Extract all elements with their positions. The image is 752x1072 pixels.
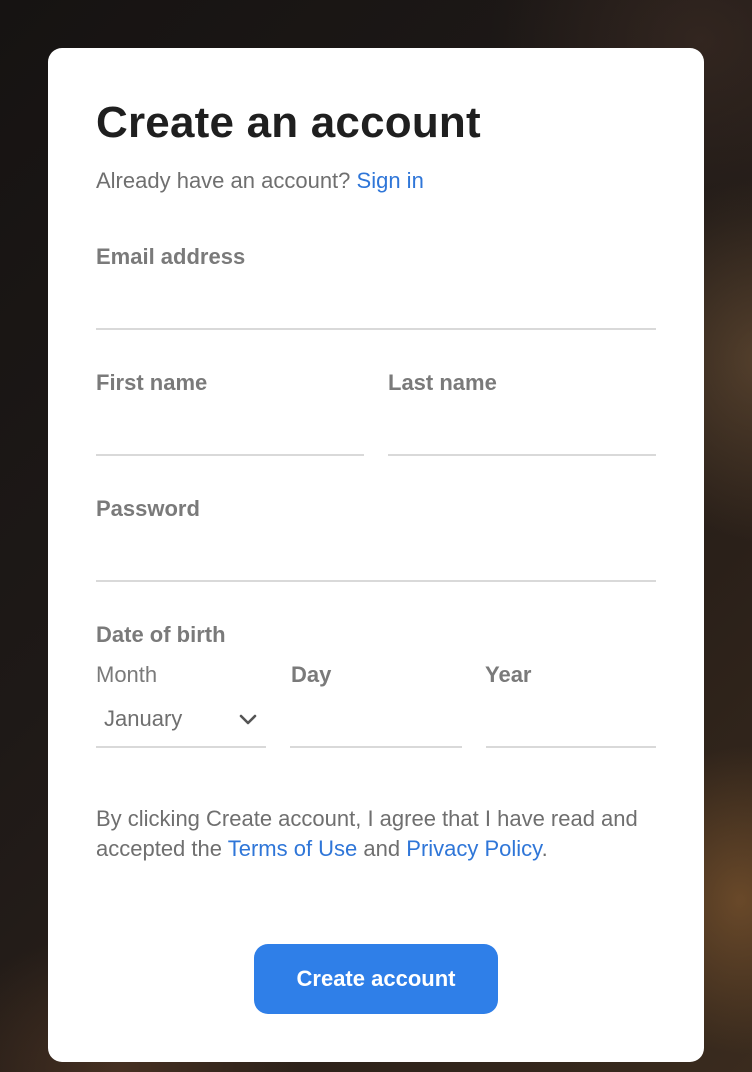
signin-prompt-text: Already have an account? xyxy=(96,168,351,193)
day-input[interactable] xyxy=(290,698,462,748)
year-input[interactable] xyxy=(486,698,656,748)
signin-prompt: Already have an account? Sign in xyxy=(96,168,424,194)
day-label: Day xyxy=(291,662,332,687)
email-label: Email address xyxy=(96,244,246,269)
year-label: Year xyxy=(485,662,532,687)
email-input[interactable] xyxy=(96,280,656,330)
first-name-input[interactable] xyxy=(96,406,364,456)
signin-link[interactable]: Sign in xyxy=(357,168,424,193)
month-label: Month xyxy=(96,662,158,687)
last-name-label: Last name xyxy=(388,370,497,395)
first-name-label: First name xyxy=(96,370,208,395)
chevron-down-icon xyxy=(239,714,257,725)
month-select[interactable]: January xyxy=(96,698,266,748)
create-account-button[interactable]: Create account xyxy=(254,944,498,1014)
page-title: Create an account xyxy=(96,98,481,147)
password-label: Password xyxy=(96,496,200,521)
terms-and-text: and xyxy=(363,836,401,861)
password-input[interactable] xyxy=(96,532,656,582)
signup-card: Create an account Already have an accoun… xyxy=(48,48,704,1062)
last-name-input[interactable] xyxy=(388,406,656,456)
terms-notice: By clicking Create account, I agree that… xyxy=(96,804,656,864)
privacy-policy-link[interactable]: Privacy Policy xyxy=(406,836,541,861)
terms-period: . xyxy=(541,836,548,861)
terms-of-use-link[interactable]: Terms of Use xyxy=(228,836,358,861)
dob-label: Date of birth xyxy=(96,622,226,647)
month-select-value: January xyxy=(104,706,183,731)
